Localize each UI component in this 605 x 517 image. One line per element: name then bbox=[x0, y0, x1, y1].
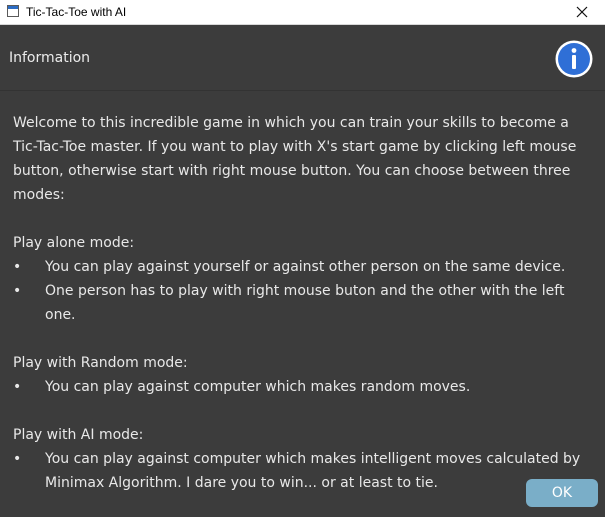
mode-title: Play alone mode: bbox=[13, 235, 135, 251]
close-button[interactable] bbox=[559, 0, 605, 24]
dialog-content: Welcome to this incredible game in which… bbox=[13, 111, 598, 495]
list-item: • You can play against yourself or again… bbox=[13, 255, 598, 279]
info-icon bbox=[555, 40, 593, 78]
mode-title: Play with AI mode: bbox=[13, 427, 144, 443]
bullet-text: You can play against computer which make… bbox=[45, 451, 581, 491]
list-item: • You can play against computer which ma… bbox=[13, 375, 598, 399]
list-item: • One person has to play with right mous… bbox=[13, 279, 598, 327]
title-bar[interactable]: Tic-Tac-Toe with AI bbox=[0, 0, 605, 25]
bullet-mark: • bbox=[13, 379, 22, 395]
list-item: • You can play against computer which ma… bbox=[13, 447, 598, 495]
mode-title: Play with Random mode: bbox=[13, 355, 188, 371]
window-title: Tic-Tac-Toe with AI bbox=[26, 5, 127, 19]
bullet-mark: • bbox=[13, 283, 22, 299]
intro-text: Welcome to this incredible game in which… bbox=[13, 115, 577, 203]
app-icon bbox=[7, 5, 19, 17]
bullet-text: One person has to play with right mouse … bbox=[45, 283, 565, 323]
close-icon bbox=[576, 6, 588, 18]
ok-button[interactable]: OK bbox=[526, 479, 598, 507]
bullet-text: You can play against computer which make… bbox=[45, 379, 471, 395]
dialog-header: Information bbox=[0, 25, 605, 90]
header-title: Information bbox=[9, 50, 91, 66]
dialog-window: Tic-Tac-Toe with AI Information Welcome … bbox=[0, 0, 605, 517]
bullet-text: You can play against yourself or against… bbox=[45, 259, 566, 275]
bullet-mark: • bbox=[13, 259, 22, 275]
header-divider bbox=[0, 90, 605, 91]
bullet-mark: • bbox=[13, 451, 22, 467]
